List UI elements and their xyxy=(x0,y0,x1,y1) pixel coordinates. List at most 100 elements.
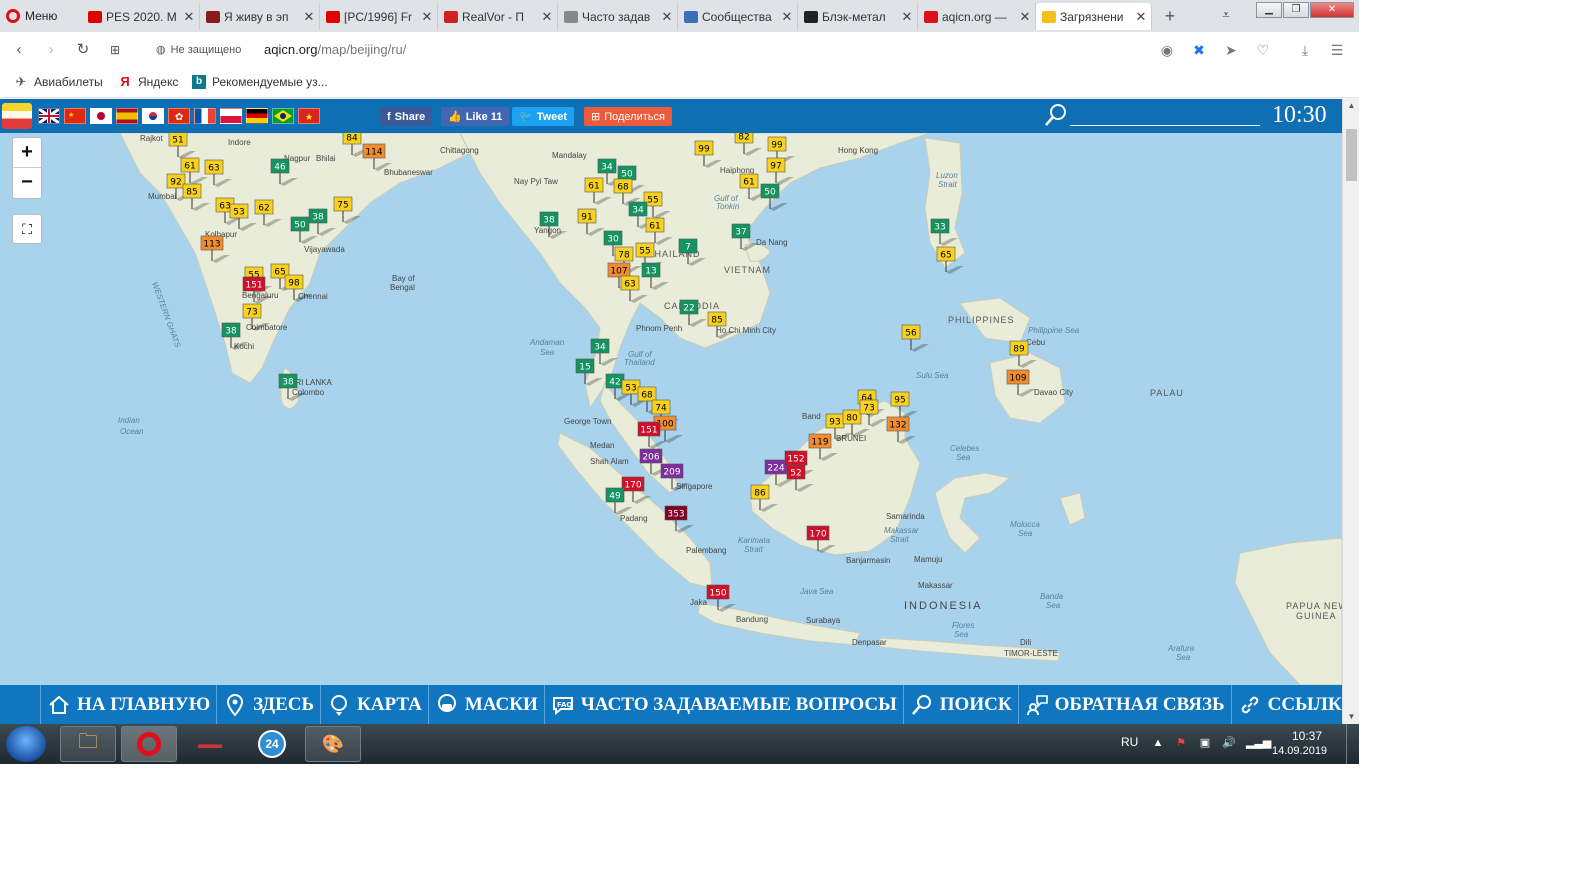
bookmark-recommended[interactable]: b Рекомендуемые уз... xyxy=(192,75,328,89)
browser-tab[interactable]: aqicn.org — ✕ xyxy=(918,3,1036,30)
heart-icon[interactable]: ♡ xyxy=(1254,41,1272,59)
close-tab-icon[interactable]: ✕ xyxy=(183,9,195,25)
fullscreen-button[interactable]: ⛶ xyxy=(12,214,42,244)
tab-favicon-icon xyxy=(804,10,818,23)
flag-poland-icon[interactable] xyxy=(220,108,242,124)
browser-tab[interactable]: Блэк-метал ✕ xyxy=(798,3,918,30)
tray-device-icon[interactable]: ▣ xyxy=(1198,736,1212,750)
marker-aqi-value: 132 xyxy=(889,421,906,431)
nav-search[interactable]: ПОИСК xyxy=(902,685,1018,724)
browser-tab[interactable]: Часто задав ✕ xyxy=(558,3,678,30)
scroll-down-icon[interactable]: ▼ xyxy=(1343,710,1360,724)
language-indicator[interactable]: RU xyxy=(1121,735,1138,749)
url-field[interactable]: aqicn.org/map/beijing/ru/ xyxy=(264,42,406,57)
aqicn-logo-icon[interactable] xyxy=(2,103,32,129)
browser-tab[interactable]: PES 2020. M ✕ xyxy=(82,3,200,30)
close-tab-icon[interactable]: ✕ xyxy=(661,9,673,25)
zoom-out-button[interactable]: − xyxy=(13,168,41,198)
place-label: Hong Kong xyxy=(838,146,878,155)
share-plus-button[interactable]: ⊞ Поделиться xyxy=(584,107,672,126)
facebook-share-button[interactable]: f Share xyxy=(380,107,433,126)
reload-icon[interactable]: ↻ xyxy=(74,41,92,59)
network-icon[interactable]: ▂▃▅ xyxy=(1246,736,1271,750)
clock-time[interactable]: 10:37 xyxy=(1281,729,1333,743)
tray-expand-icon[interactable]: ▲ xyxy=(1151,736,1165,750)
tab-title: [PC/1996] Fr xyxy=(344,9,413,24)
marker-aqi-value: 170 xyxy=(809,530,826,540)
flag-uk-icon[interactable] xyxy=(38,107,60,125)
scroll-thumb[interactable] xyxy=(1346,129,1357,181)
browser-tab[interactable]: Сообщества ✕ xyxy=(678,3,798,30)
download-icon[interactable]: ⤓ xyxy=(1296,41,1314,59)
place-label: Cebu xyxy=(1026,338,1045,347)
air-quality-map[interactable]: Rajkot Indore Nagpur Bhilai Mumbai Bhuba… xyxy=(0,133,1342,685)
clock-date[interactable]: 14.09.2019 xyxy=(1272,745,1327,757)
city-search-input[interactable] xyxy=(1070,125,1260,126)
browser-tab-active[interactable]: Загрязнени ✕ xyxy=(1036,3,1152,30)
taskbar-game[interactable]: ▬▬ xyxy=(182,726,238,762)
easy-setup-icon[interactable]: ☰ xyxy=(1328,41,1346,59)
scroll-up-icon[interactable]: ▲ xyxy=(1343,99,1360,113)
send-icon[interactable]: ➤ xyxy=(1222,41,1240,59)
nav-feedback[interactable]: ОБРАТНАЯ СВЯЗЬ xyxy=(1017,685,1231,724)
place-label: Nay Pyi Taw xyxy=(514,177,558,186)
flag-spain-icon[interactable] xyxy=(116,108,138,124)
close-tab-icon[interactable]: ✕ xyxy=(1019,9,1031,25)
flag-hongkong-icon[interactable]: ✿ xyxy=(168,108,190,124)
close-tab-icon[interactable]: ✕ xyxy=(1135,9,1147,25)
close-tab-icon[interactable]: ✕ xyxy=(901,9,913,25)
marker-aqi-value: 85 xyxy=(711,316,722,326)
flag-korea-icon[interactable] xyxy=(142,108,164,124)
flag-brazil-icon[interactable] xyxy=(272,108,294,124)
close-window-button[interactable]: ✕ xyxy=(1310,2,1354,18)
speed-dial-icon[interactable]: ⊞ xyxy=(106,41,124,59)
minimize-button[interactable]: ▁ xyxy=(1256,2,1282,18)
search-icon[interactable] xyxy=(1044,103,1068,127)
camera-icon[interactable]: ◉ xyxy=(1158,41,1176,59)
nav-map[interactable]: КАРТА xyxy=(320,685,428,724)
browser-tab[interactable]: RealVor - П ✕ xyxy=(438,3,558,30)
back-icon[interactable]: ‹ xyxy=(10,41,28,59)
bookmark-yandex[interactable]: Я Яндекс xyxy=(118,75,178,90)
place-label: Mumbai xyxy=(148,192,177,201)
show-desktop-button[interactable] xyxy=(1346,724,1359,764)
flag-japan-icon[interactable] xyxy=(90,108,112,124)
place-label: Medan xyxy=(590,441,614,450)
security-indicator[interactable]: ◍ Не защищено xyxy=(156,43,241,57)
tray-flag-icon[interactable]: ⚑ xyxy=(1174,736,1188,750)
tweet-button[interactable]: 🐦 Tweet xyxy=(512,107,575,126)
facebook-like-button[interactable]: 👍 Like 11 xyxy=(441,107,510,126)
taskbar-paint[interactable]: 🎨 xyxy=(305,726,361,762)
taskbar-explorer[interactable]: 🗀 xyxy=(60,726,116,762)
bookmark-aviabilety[interactable]: ✈ Авиабилеты xyxy=(14,75,103,90)
nav-faq[interactable]: FAQ ЧАСТО ЗАДАВАЕМЫЕ ВОПРОСЫ xyxy=(543,685,903,724)
nav-home[interactable]: НА ГЛАВНУЮ xyxy=(40,685,216,724)
page-scrollbar[interactable]: ▲ ▼ xyxy=(1342,99,1359,724)
forward-icon[interactable]: › xyxy=(42,41,60,59)
browser-tab[interactable]: Я живу в эп ✕ xyxy=(200,3,320,30)
close-tab-icon[interactable]: ✕ xyxy=(541,9,553,25)
volume-icon[interactable]: 🔊 xyxy=(1222,736,1236,750)
close-tab-icon[interactable]: ✕ xyxy=(421,9,433,25)
flag-china-icon[interactable]: ★ xyxy=(64,108,86,124)
opera-menu-button[interactable]: Меню xyxy=(6,6,57,26)
windows-start-button[interactable] xyxy=(6,726,46,762)
new-tab-button[interactable]: + xyxy=(1160,6,1180,26)
nav-here[interactable]: ЗДЕСЬ xyxy=(216,685,320,724)
flag-germany-icon[interactable] xyxy=(246,108,268,124)
taskbar-opera[interactable] xyxy=(121,726,177,762)
zoom-in-button[interactable]: + xyxy=(13,138,41,168)
nav-masks[interactable]: МАСКИ xyxy=(427,685,544,724)
maximize-button[interactable]: ❐ xyxy=(1283,2,1309,18)
browser-tab[interactable]: [PC/1996] Fr ✕ xyxy=(320,3,438,30)
taskbar-app-24[interactable]: 24 xyxy=(244,726,300,762)
close-tab-icon[interactable]: ✕ xyxy=(781,9,793,25)
place-label: Haiphong xyxy=(720,166,754,175)
nav-links[interactable]: ССЫЛКИ xyxy=(1230,685,1342,724)
flag-vietnam-icon[interactable]: ★ xyxy=(298,108,320,124)
flag-france-icon[interactable] xyxy=(194,108,216,124)
sea-label: Strait xyxy=(938,180,957,189)
adblock-icon[interactable]: ✖ xyxy=(1190,41,1208,59)
close-tab-icon[interactable]: ✕ xyxy=(303,9,315,25)
tab-menu-icon[interactable]: ⩡ xyxy=(1216,8,1236,24)
